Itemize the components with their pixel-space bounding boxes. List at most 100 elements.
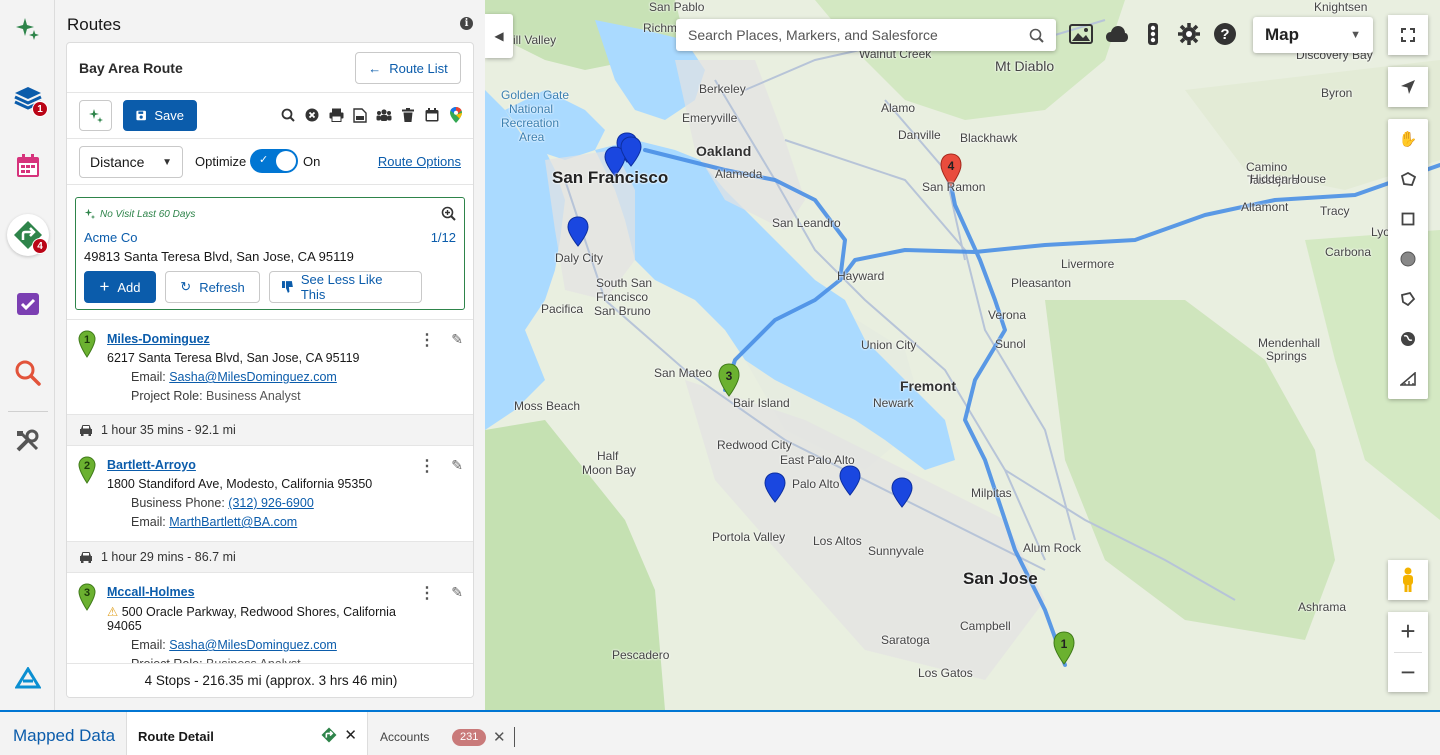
route-options-link[interactable]: Route Options bbox=[378, 154, 461, 169]
more-icon[interactable]: ⋮ bbox=[419, 583, 435, 603]
street-view-button[interactable] bbox=[1388, 560, 1428, 600]
stop-address: 6217 Santa Teresa Blvd, San Jose, CA 951… bbox=[107, 351, 360, 365]
fullscreen-button[interactable] bbox=[1388, 15, 1428, 55]
sparkle-nav-icon[interactable] bbox=[7, 8, 49, 50]
chevron-down-icon: ▼ bbox=[1350, 29, 1361, 41]
layers-nav-icon[interactable]: 1 bbox=[7, 77, 49, 119]
pencil-icon[interactable]: ✎ bbox=[451, 457, 463, 474]
suggestion-count: 1/12 bbox=[430, 230, 456, 245]
map-label: Francisco bbox=[596, 290, 649, 304]
settings-icon[interactable] bbox=[1177, 22, 1201, 46]
optimize-toggle[interactable]: ✓ bbox=[250, 149, 298, 173]
stop-name[interactable]: Miles-Dominguez bbox=[107, 332, 210, 346]
stop-pin-number: 2 bbox=[84, 460, 90, 472]
map-search-input[interactable]: Search Places, Markers, and Salesforce bbox=[676, 19, 1056, 51]
ruler-icon[interactable] bbox=[1388, 359, 1428, 399]
map-label: San Bruno bbox=[594, 304, 651, 318]
pan-hand-icon[interactable]: ✋ bbox=[1388, 119, 1428, 159]
zoom-in-button[interactable]: + bbox=[1400, 612, 1415, 652]
close-icon[interactable]: ✕ bbox=[493, 728, 506, 746]
stop-item: 2 Bartlett-Arroyo ⋮ ✎ 1800 Standiford Av… bbox=[67, 445, 473, 541]
sparkle-icon bbox=[84, 208, 96, 220]
sparkle-icon bbox=[88, 108, 103, 123]
stop-name[interactable]: Mccall-Holmes bbox=[107, 585, 195, 599]
map-pin-4-label: 4 bbox=[948, 159, 955, 173]
image-icon[interactable] bbox=[1069, 22, 1093, 46]
map-label: Fremont bbox=[900, 378, 956, 394]
locate-button[interactable] bbox=[1388, 67, 1428, 107]
traffic-icon[interactable] bbox=[1141, 22, 1165, 46]
pencil-icon[interactable]: ✎ bbox=[451, 584, 463, 601]
stop-pin-icon: 1 bbox=[78, 330, 96, 358]
info-icon[interactable]: i bbox=[460, 17, 473, 30]
tasks-nav-icon[interactable] bbox=[7, 283, 49, 325]
map-canvas[interactable]: 3 4 1 San Francisco Oakland San Jose Fre… bbox=[485, 0, 1440, 710]
tools-nav-icon[interactable] bbox=[7, 421, 49, 463]
chevron-down-icon: ▼ bbox=[162, 156, 172, 168]
help-icon[interactable]: ? bbox=[1213, 22, 1237, 46]
lasso-icon[interactable] bbox=[1388, 159, 1428, 199]
add-button[interactable]: + Add bbox=[84, 271, 156, 303]
map-label: San Jose bbox=[963, 569, 1038, 588]
stop-name[interactable]: Bartlett-Arroyo bbox=[107, 458, 196, 472]
stop-pin-number: 3 bbox=[84, 587, 90, 599]
tab-route-detail[interactable]: Route Detail ✕ bbox=[126, 712, 368, 755]
map-label: San Francisco bbox=[552, 168, 669, 187]
collapse-panel-button[interactable]: ◀ bbox=[485, 14, 513, 58]
globe-icon[interactable] bbox=[1388, 319, 1428, 359]
email-link[interactable]: Sasha@MilesDominguez.com bbox=[169, 638, 337, 652]
map-type-select[interactable]: Map ▼ bbox=[1253, 17, 1373, 53]
email-link[interactable]: MarthBartlett@BA.com bbox=[169, 515, 297, 529]
pencil-icon[interactable]: ✎ bbox=[451, 331, 463, 348]
suggestion-address: 49813 Santa Teresa Blvd, San Jose, CA 95… bbox=[84, 249, 354, 264]
close-icon[interactable]: ✕ bbox=[344, 726, 357, 744]
csv-export-icon[interactable] bbox=[351, 106, 369, 124]
map-label: Moon Bay bbox=[582, 463, 637, 477]
more-icon[interactable]: ⋮ bbox=[419, 456, 435, 476]
route-icon bbox=[321, 727, 337, 746]
calendar-icon[interactable] bbox=[423, 106, 441, 124]
optimize-state: On bbox=[303, 154, 321, 169]
refresh-icon: ↻ bbox=[180, 279, 192, 294]
zoom-in-icon[interactable] bbox=[441, 206, 456, 224]
refresh-button[interactable]: ↻ Refresh bbox=[165, 271, 260, 303]
map-label: Byron bbox=[1321, 86, 1353, 100]
rail-divider bbox=[8, 411, 48, 412]
routes-panel: Routes i Bay Area Route ← Route List Sav… bbox=[55, 0, 485, 710]
delete-icon[interactable] bbox=[399, 106, 417, 124]
rectangle-select-icon[interactable] bbox=[1388, 199, 1428, 239]
route-list-button[interactable]: ← Route List bbox=[355, 52, 461, 84]
svg-text:?: ? bbox=[1220, 26, 1229, 43]
google-maps-icon[interactable] bbox=[447, 106, 465, 124]
zoom-out-button[interactable]: − bbox=[1400, 652, 1415, 692]
map-label: Alamo bbox=[881, 101, 916, 115]
stop-item: 1 Miles-Dominguez ⋮ ✎ 6217 Santa Teresa … bbox=[67, 319, 473, 414]
email-link[interactable]: Sasha@MilesDominguez.com bbox=[169, 370, 337, 384]
route-header: Bay Area Route ← Route List bbox=[67, 43, 473, 93]
clear-icon[interactable] bbox=[303, 106, 321, 124]
print-icon[interactable] bbox=[327, 106, 345, 124]
search-nav-icon[interactable] bbox=[7, 352, 49, 394]
suggest-button[interactable] bbox=[79, 100, 112, 131]
more-icon[interactable]: ⋮ bbox=[419, 330, 435, 350]
weather-icon[interactable] bbox=[1105, 22, 1129, 46]
save-button[interactable]: Save bbox=[123, 100, 197, 131]
tab-mapped-data[interactable]: Mapped Data bbox=[13, 726, 115, 746]
search-icon[interactable] bbox=[279, 106, 297, 124]
phone-link[interactable]: (312) 926-6900 bbox=[228, 496, 313, 510]
circle-select-icon[interactable] bbox=[1388, 239, 1428, 279]
team-icon[interactable] bbox=[375, 106, 393, 124]
sort-select[interactable]: Distance ▼ bbox=[79, 146, 183, 178]
tab-accounts[interactable]: Accounts bbox=[380, 730, 429, 744]
car-icon bbox=[80, 552, 92, 563]
suggestion-name[interactable]: Acme Co bbox=[84, 230, 137, 245]
polygon-draw-icon[interactable] bbox=[1388, 279, 1428, 319]
calendar-nav-icon[interactable] bbox=[7, 145, 49, 187]
see-less-button[interactable]: See Less Like This bbox=[269, 271, 422, 303]
panel-title: Routes bbox=[67, 15, 121, 34]
map-label: Los Gatos bbox=[918, 666, 973, 680]
stop-pin-number: 1 bbox=[84, 334, 90, 346]
map-label: East Palo Alto bbox=[780, 453, 855, 467]
app-logo-icon[interactable] bbox=[7, 657, 49, 699]
route-nav-icon[interactable]: 4 bbox=[7, 214, 49, 256]
